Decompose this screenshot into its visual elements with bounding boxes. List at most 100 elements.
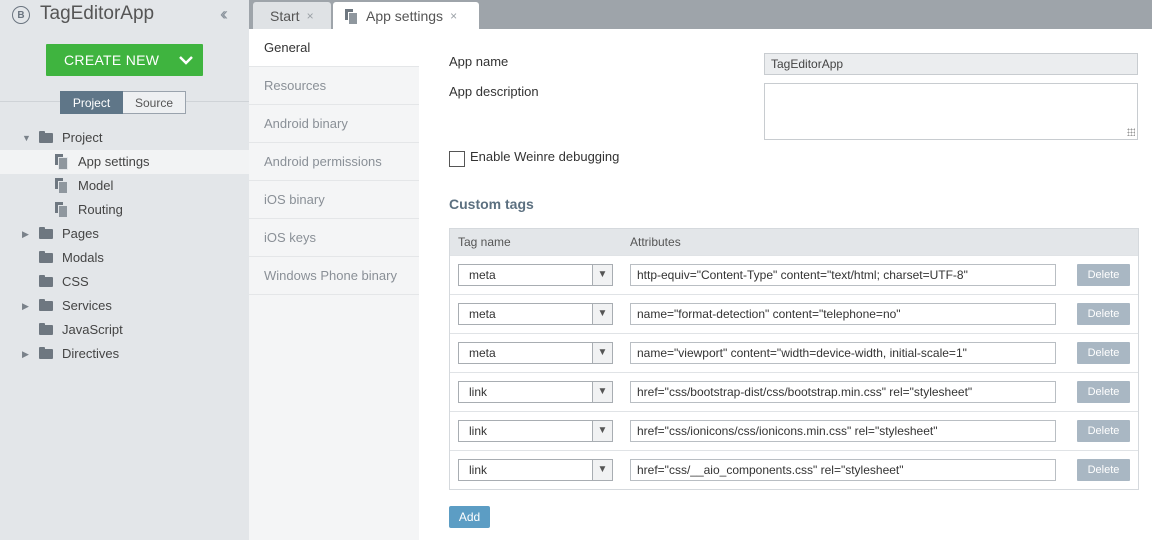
selected-tag: meta (469, 307, 496, 321)
nav-ios-keys[interactable]: iOS keys (249, 219, 419, 257)
dropdown-arrow-icon[interactable]: ▼ (592, 265, 612, 285)
nav-android-permissions[interactable]: Android permissions (249, 143, 419, 181)
folder-icon (39, 131, 53, 143)
attributes-input[interactable]: name="format-detection" content="telepho… (630, 303, 1056, 325)
app-header: B TagEditorApp ‹‹ (0, 0, 249, 29)
nav-general[interactable]: General (249, 29, 419, 67)
document-icon (55, 178, 68, 194)
dropdown-arrow-icon[interactable]: ▼ (592, 382, 612, 402)
tree-item-services[interactable]: ▶ Services (0, 294, 249, 318)
nav-resources[interactable]: Resources (249, 67, 419, 105)
app-logo-icon: B (12, 6, 30, 24)
tree-item-css[interactable]: CSS (0, 270, 249, 294)
attributes-input[interactable]: http-equiv="Content-Type" content="text/… (630, 264, 1056, 286)
source-view-button[interactable]: Source (123, 91, 186, 114)
table-row: meta ▼ name="viewport" content="width=de… (450, 333, 1138, 372)
weinre-debugging-checkbox[interactable] (449, 151, 465, 167)
tag-name-select[interactable]: meta ▼ (458, 264, 613, 286)
custom-tags-table: Tag name Attributes meta ▼ http-equiv="C… (449, 228, 1139, 490)
table-row: meta ▼ name="format-detection" content="… (450, 294, 1138, 333)
document-icon (55, 202, 68, 218)
tree-item-directives[interactable]: ▶ Directives (0, 342, 249, 366)
collapsed-arrow-icon[interactable]: ▶ (22, 301, 32, 312)
view-toggle: Project Source (60, 91, 186, 114)
selected-tag: link (469, 463, 488, 477)
tree-item-javascript[interactable]: JavaScript (0, 318, 249, 342)
collapsed-arrow-icon[interactable]: ▶ (22, 229, 32, 240)
folder-icon (39, 323, 53, 335)
app-description-textarea[interactable] (764, 83, 1138, 140)
dropdown-arrow-icon[interactable]: ▼ (592, 343, 612, 363)
selected-tag: meta (469, 268, 496, 282)
tag-name-select[interactable]: meta ▼ (458, 342, 613, 364)
tab-start[interactable]: Start × (253, 2, 331, 29)
tree-item-model[interactable]: Model (0, 174, 249, 198)
selected-tag: link (469, 424, 488, 438)
folder-icon (39, 227, 53, 239)
nav-ios-binary[interactable]: iOS binary (249, 181, 419, 219)
folder-icon (39, 299, 53, 311)
project-view-button[interactable]: Project (60, 91, 123, 114)
add-tag-button[interactable]: Add (449, 506, 490, 528)
app-name-input[interactable]: TagEditorApp (764, 53, 1138, 75)
tree-item-routing[interactable]: Routing (0, 198, 249, 222)
table-row: link ▼ href="css/ionicons/css/ionicons.m… (450, 411, 1138, 450)
tab-bar: Start × App settings × (249, 0, 1152, 29)
expanded-arrow-icon[interactable]: ▼ (22, 133, 32, 143)
attributes-input[interactable]: href="css/bootstrap-dist/css/bootstrap.m… (630, 381, 1056, 403)
dropdown-arrow-icon[interactable]: ▼ (592, 421, 612, 441)
custom-tags-title: Custom tags (449, 196, 534, 212)
tag-name-select[interactable]: link ▼ (458, 420, 613, 442)
nav-android-binary[interactable]: Android binary (249, 105, 419, 143)
tree-item-label: Pages (62, 226, 99, 241)
delete-button[interactable]: Delete (1077, 459, 1130, 481)
document-icon (345, 8, 358, 25)
table-row: link ▼ href="css/bootstrap-dist/css/boot… (450, 372, 1138, 411)
settings-nav: General Resources Android binary Android… (249, 29, 419, 540)
attributes-input[interactable]: name="viewport" content="width=device-wi… (630, 342, 1056, 364)
column-header-tag-name: Tag name (458, 235, 511, 249)
general-settings-panel: App name TagEditorApp App description En… (419, 29, 1152, 540)
create-new-button[interactable]: CREATE NEW (46, 44, 203, 76)
delete-button[interactable]: Delete (1077, 420, 1130, 442)
tag-name-select[interactable]: link ▼ (458, 459, 613, 481)
tree-item-pages[interactable]: ▶ Pages (0, 222, 249, 246)
attributes-input[interactable]: href="css/__aio_components.css" rel="sty… (630, 459, 1056, 481)
nav-windows-phone-binary[interactable]: Windows Phone binary (249, 257, 419, 295)
attributes-input[interactable]: href="css/ionicons/css/ionicons.min.css"… (630, 420, 1056, 442)
selected-tag: meta (469, 346, 496, 360)
app-title: TagEditorApp (40, 3, 155, 24)
tree-item-app-settings[interactable]: App settings (0, 150, 249, 174)
tree-item-label: Modals (62, 250, 104, 265)
delete-button[interactable]: Delete (1077, 342, 1130, 364)
close-icon[interactable]: × (450, 9, 457, 23)
app-description-label: App description (449, 84, 539, 99)
collapse-sidebar-icon[interactable]: ‹‹ (220, 4, 228, 25)
collapsed-arrow-icon[interactable]: ▶ (22, 349, 32, 360)
table-header: Tag name Attributes (450, 229, 1138, 255)
delete-button[interactable]: Delete (1077, 264, 1130, 286)
tag-name-select[interactable]: link ▼ (458, 381, 613, 403)
chevron-down-icon[interactable] (169, 44, 203, 76)
delete-button[interactable]: Delete (1077, 303, 1130, 325)
weinre-debugging-label: Enable Weinre debugging (470, 149, 620, 164)
tag-name-select[interactable]: meta ▼ (458, 303, 613, 325)
folder-icon (39, 275, 53, 287)
dropdown-arrow-icon[interactable]: ▼ (592, 460, 612, 480)
tree-item-label: JavaScript (62, 322, 123, 337)
tree-item-label: Routing (78, 202, 123, 217)
column-header-attributes: Attributes (630, 235, 681, 249)
dropdown-arrow-icon[interactable]: ▼ (592, 304, 612, 324)
tree-item-project[interactable]: ▼ Project (0, 126, 249, 150)
table-row: meta ▼ http-equiv="Content-Type" content… (450, 255, 1138, 294)
folder-icon (39, 347, 53, 359)
resize-grip-icon[interactable] (1127, 128, 1135, 136)
document-icon (55, 154, 68, 170)
project-tree: ▼ Project App settings Model Routing ▶ P… (0, 126, 249, 366)
close-icon[interactable]: × (307, 9, 314, 23)
tree-item-modals[interactable]: Modals (0, 246, 249, 270)
tab-label: App settings (366, 7, 444, 24)
tab-app-settings[interactable]: App settings × (333, 2, 479, 29)
delete-button[interactable]: Delete (1077, 381, 1130, 403)
tree-item-label: Services (62, 298, 112, 313)
